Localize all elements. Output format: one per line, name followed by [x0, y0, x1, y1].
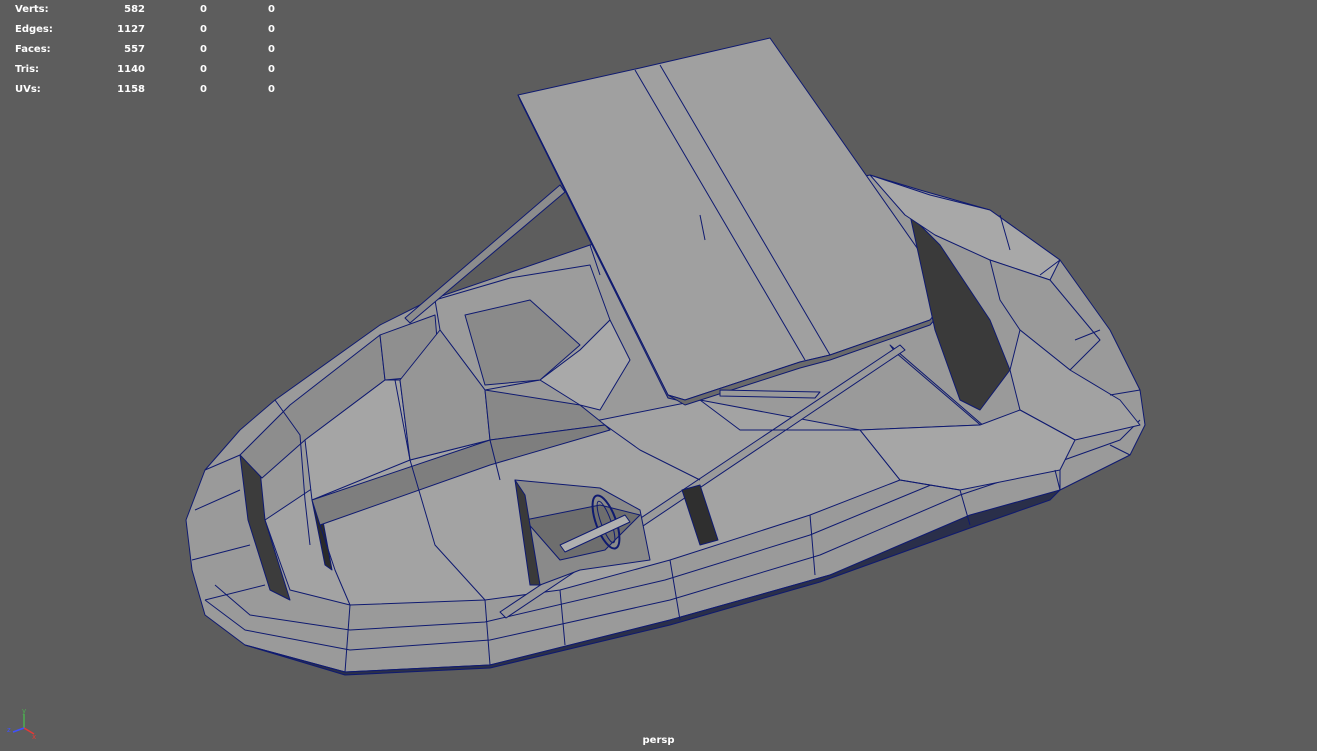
camera-name-label: persp — [642, 735, 675, 746]
axis-y-label: y — [22, 708, 26, 715]
axis-gizmo-icon: y x z — [7, 708, 36, 740]
axis-z-label: z — [7, 726, 11, 734]
viewport-persp[interactable]: Verts: 582 0 0 Edges: 1127 0 0 Faces: 55… — [0, 0, 1317, 751]
axis-x-label: x — [32, 733, 36, 740]
hovercraft-wireframe-model[interactable] — [0, 0, 1317, 751]
